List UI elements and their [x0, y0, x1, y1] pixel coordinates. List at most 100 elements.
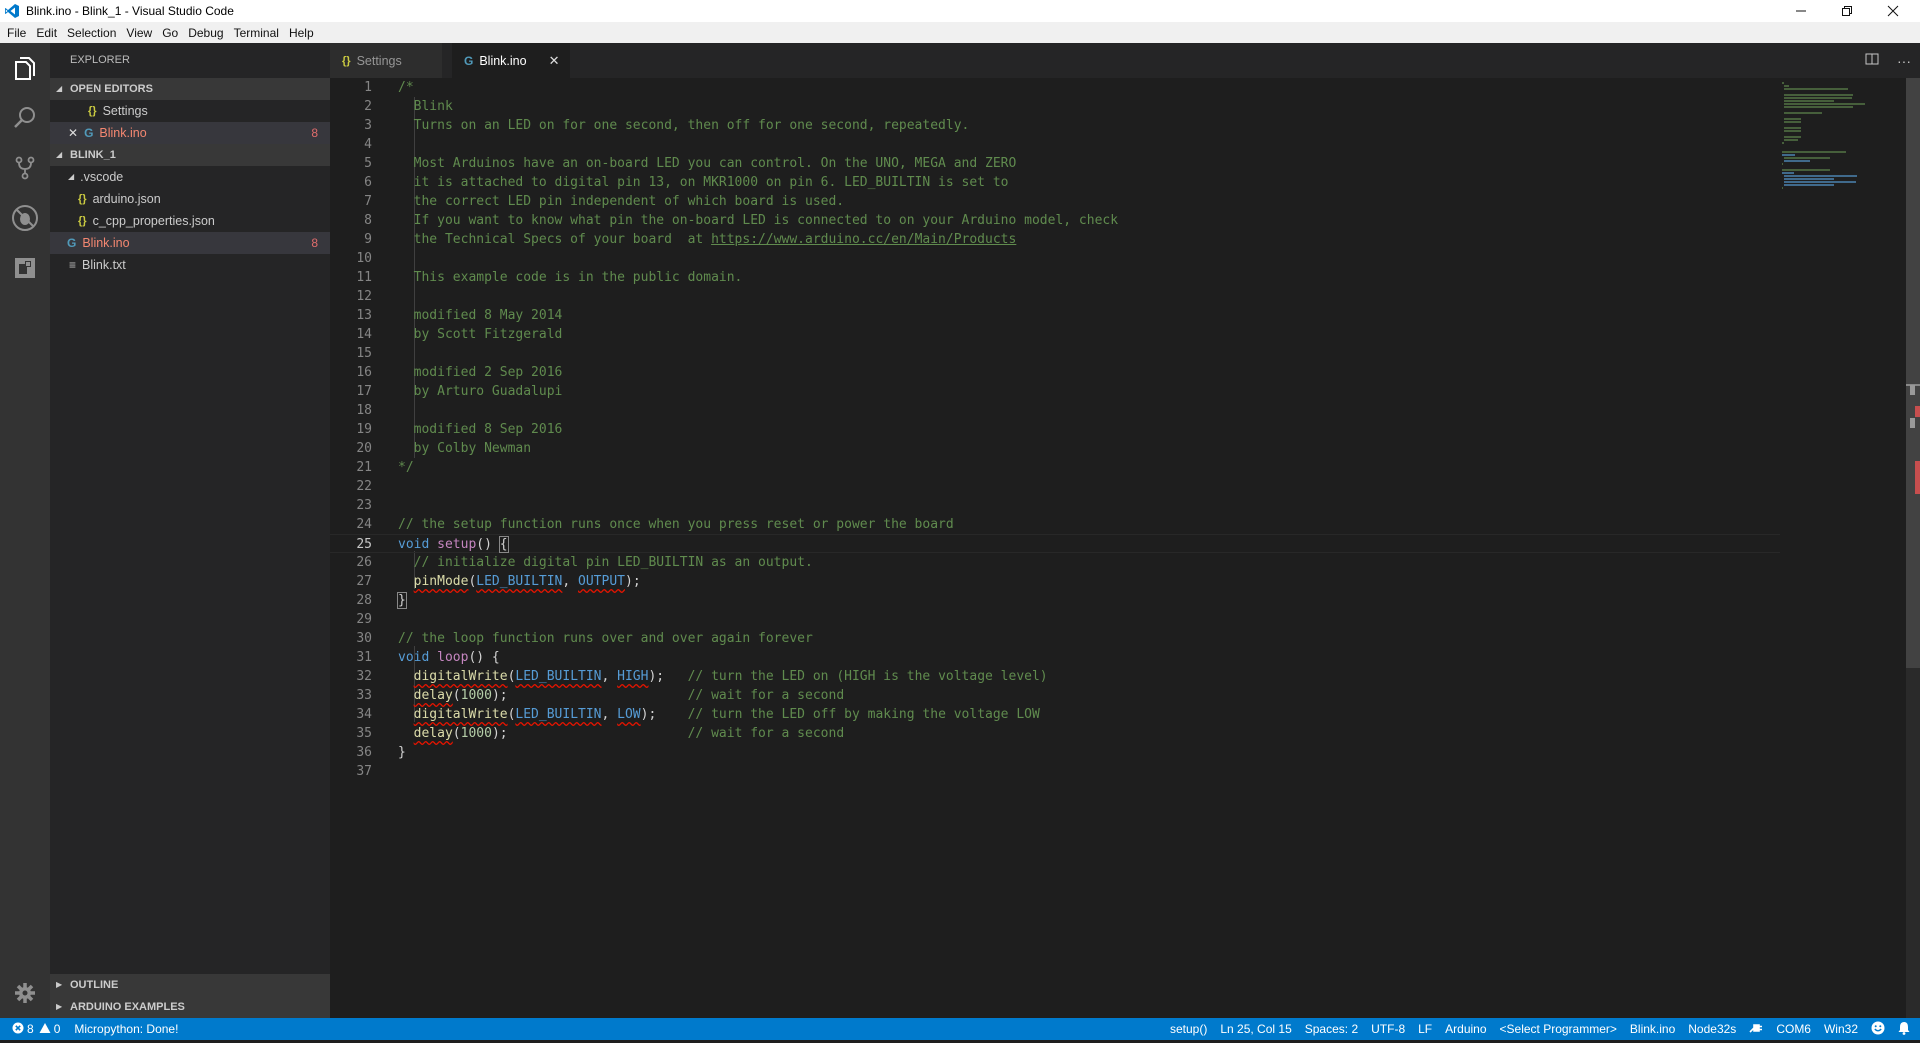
code-line[interactable]: 15: [330, 344, 1780, 363]
code-line[interactable]: 2 Blink: [330, 97, 1780, 116]
code-line[interactable]: 30 // the loop function runs over and ove…: [330, 629, 1780, 648]
menu-edit[interactable]: Edit: [31, 26, 62, 40]
notifications-bell-icon[interactable]: [1898, 1021, 1910, 1038]
language-mode[interactable]: Arduino: [1445, 1022, 1486, 1036]
debug-icon[interactable]: [0, 193, 50, 243]
code-line[interactable]: 7 the correct LED pin independent of whi…: [330, 192, 1780, 211]
tree-folder-vscode[interactable]: ◢ .vscode: [50, 166, 330, 188]
tab-blink-ino[interactable]: G Blink.ino ✕: [452, 43, 570, 78]
tree-file-c-cpp-properties[interactable]: {} c_cpp_properties.json: [50, 210, 330, 232]
code-line[interactable]: 1 /*: [330, 78, 1780, 97]
code-line[interactable]: 22: [330, 477, 1780, 496]
code-line[interactable]: 29: [330, 610, 1780, 629]
code-line[interactable]: 27 pinMode(LED_BUILTIN, OUTPUT);: [330, 572, 1780, 591]
restore-button[interactable]: [1824, 0, 1870, 22]
code-line[interactable]: 32 digitalWrite(LED_BUILTIN, HIGH); // t…: [330, 667, 1780, 686]
tab-settings[interactable]: {} Settings: [330, 43, 442, 78]
search-icon[interactable]: [0, 93, 50, 143]
tree-file-blink-txt[interactable]: ≡ Blink.txt: [50, 254, 330, 276]
warning-count[interactable]: 0: [54, 1022, 61, 1036]
scrollbar-thumb[interactable]: [1906, 78, 1920, 668]
open-editors-header[interactable]: ◢ OPEN EDITORS: [50, 78, 330, 100]
code-line[interactable]: 31 void loop() {: [330, 648, 1780, 667]
menu-help[interactable]: Help: [284, 26, 319, 40]
vertical-scrollbar[interactable]: [1906, 78, 1920, 1018]
folder-header[interactable]: ◢ BLINK_1: [50, 144, 330, 166]
code-line[interactable]: 16 modified 2 Sep 2016: [330, 363, 1780, 382]
code-line[interactable]: 6 it is attached to digital pin 13, on M…: [330, 173, 1780, 192]
code-line[interactable]: 18: [330, 401, 1780, 420]
cursor-position[interactable]: Ln 25, Col 15: [1220, 1022, 1291, 1036]
arduino-examples-header[interactable]: ▶ ARDUINO EXAMPLES: [50, 996, 330, 1018]
line-number: 19: [356, 422, 372, 437]
end-of-line[interactable]: LF: [1418, 1022, 1432, 1036]
code-line[interactable]: 9 the Technical Specs of your board at h…: [330, 230, 1780, 249]
code-line[interactable]: 14 by Scott Fitzgerald: [330, 325, 1780, 344]
code-line[interactable]: 26 // initialize digital pin LED_BUILTIN…: [330, 553, 1780, 572]
code-line[interactable]: 3 Turns on an LED on for one second, the…: [330, 116, 1780, 135]
code-line[interactable]: 23: [330, 496, 1780, 515]
code-line[interactable]: 10: [330, 249, 1780, 268]
minimap[interactable]: [1780, 78, 1900, 1018]
code-line[interactable]: 12: [330, 287, 1780, 306]
code-editor[interactable]: 1/* 2 Blink 3 Turns on an LED on for one s…: [330, 78, 1780, 1018]
menu-view[interactable]: View: [121, 26, 157, 40]
code-line[interactable]: 37: [330, 762, 1780, 781]
code-line[interactable]: 28}: [330, 591, 1780, 610]
current-function[interactable]: setup(): [1170, 1022, 1207, 1036]
indentation[interactable]: Spaces: 2: [1305, 1022, 1358, 1036]
code-line[interactable]: 4: [330, 135, 1780, 154]
error-icon[interactable]: [12, 1022, 24, 1037]
menu-file[interactable]: File: [2, 26, 31, 40]
code-line[interactable]: 13 modified 8 May 2014: [330, 306, 1780, 325]
code-line[interactable]: 5 Most Arduinos have an on-board LED you…: [330, 154, 1780, 173]
chevron-down-icon: ◢: [68, 172, 75, 181]
code-line[interactable]: 8 If you want to know what pin the on-bo…: [330, 211, 1780, 230]
code-line[interactable]: 21 */: [330, 458, 1780, 477]
code-line[interactable]: 20 by Colby Newman: [330, 439, 1780, 458]
outline-header[interactable]: ▶ OUTLINE: [50, 974, 330, 996]
menu-go[interactable]: Go: [157, 26, 183, 40]
feedback-smiley-icon[interactable]: [1871, 1021, 1885, 1038]
open-editor-blink-ino[interactable]: ✕ G Blink.ino 8: [50, 122, 330, 144]
tree-file-blink-ino[interactable]: G Blink.ino 8: [50, 232, 330, 254]
extensions-icon[interactable]: [0, 243, 50, 293]
close-icon[interactable]: ✕: [68, 122, 78, 144]
explorer-icon[interactable]: [0, 43, 50, 93]
code-line[interactable]: 36}: [330, 743, 1780, 762]
json-icon: {}: [78, 193, 87, 205]
warning-icon[interactable]: [39, 1022, 51, 1037]
code-line[interactable]: 17 by Arturo Guadalupi: [330, 382, 1780, 401]
menu-bar: File Edit Selection View Go Debug Termin…: [0, 22, 1920, 43]
code-line[interactable]: 25 void setup() {: [330, 534, 1780, 553]
close-tab-icon[interactable]: ✕: [549, 53, 560, 69]
sketch-file[interactable]: Blink.ino: [1630, 1022, 1675, 1036]
menu-debug[interactable]: Debug: [183, 26, 228, 40]
error-count[interactable]: 8: [27, 1022, 34, 1036]
code-line[interactable]: 34 digitalWrite(LED_BUILTIN, LOW); // tu…: [330, 705, 1780, 724]
close-window-button[interactable]: [1870, 0, 1916, 22]
line-number: 1: [364, 80, 372, 95]
serial-port[interactable]: COM6: [1776, 1022, 1811, 1036]
code-line[interactable]: 11 This example code is in the public do…: [330, 268, 1780, 287]
more-actions-icon[interactable]: ···: [1888, 53, 1920, 69]
plug-icon[interactable]: [1749, 1022, 1763, 1037]
platform[interactable]: Win32: [1824, 1022, 1858, 1036]
source-control-icon[interactable]: [0, 143, 50, 193]
line-number: 6: [364, 175, 372, 190]
line-number: 17: [356, 384, 372, 399]
code-line[interactable]: 35 delay(1000); // wait for a second: [330, 724, 1780, 743]
select-programmer[interactable]: <Select Programmer>: [1500, 1022, 1617, 1036]
code-line[interactable]: 33 delay(1000); // wait for a second: [330, 686, 1780, 705]
encoding[interactable]: UTF-8: [1371, 1022, 1405, 1036]
tree-file-arduino-json[interactable]: {} arduino.json: [50, 188, 330, 210]
gear-icon[interactable]: [0, 968, 50, 1018]
split-editor-icon[interactable]: [1856, 52, 1888, 69]
open-editor-settings[interactable]: {} Settings: [50, 100, 330, 122]
menu-selection[interactable]: Selection: [62, 26, 121, 40]
minimize-button[interactable]: [1778, 0, 1824, 22]
menu-terminal[interactable]: Terminal: [229, 26, 284, 40]
code-line[interactable]: 24 // the setup function runs once when y…: [330, 515, 1780, 534]
code-line[interactable]: 19 modified 8 Sep 2016: [330, 420, 1780, 439]
board-selector[interactable]: Node32s: [1688, 1022, 1736, 1036]
